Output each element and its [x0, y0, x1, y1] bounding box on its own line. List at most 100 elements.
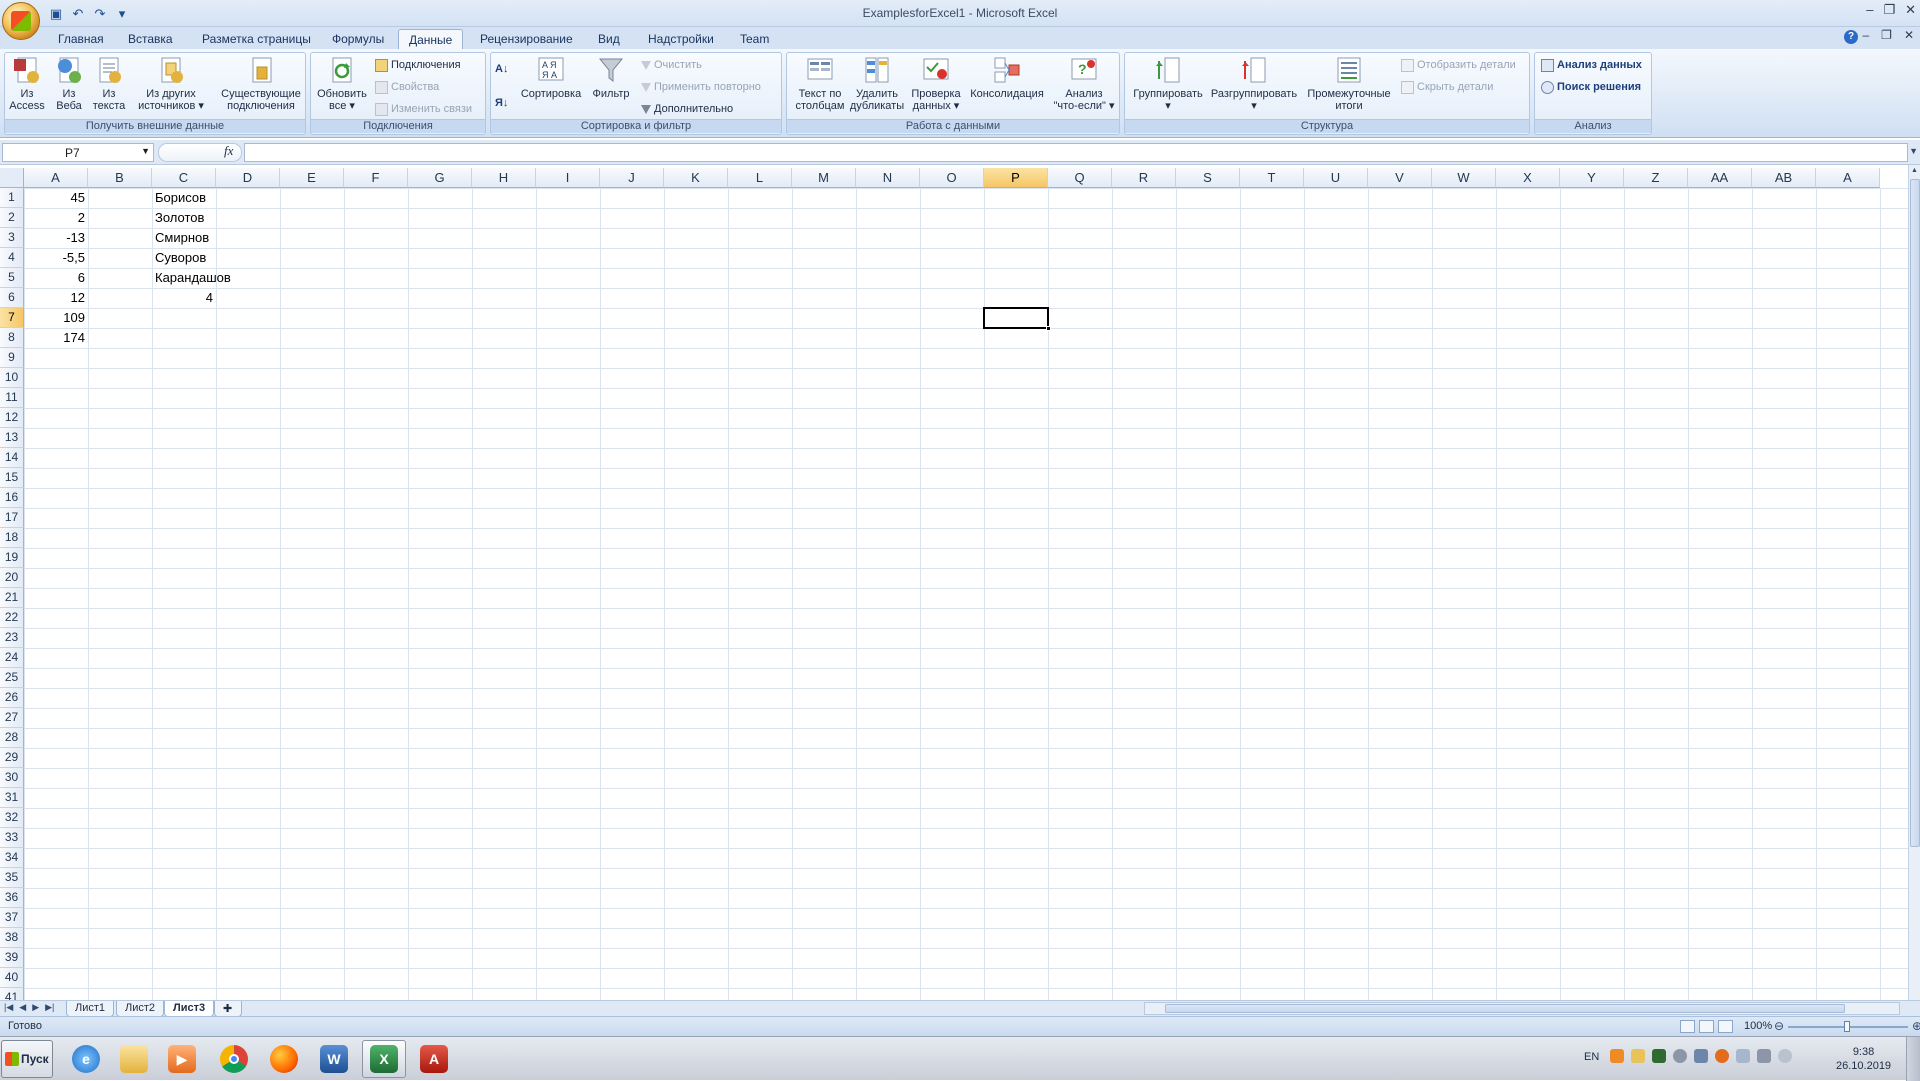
network-icon[interactable] [1757, 1049, 1771, 1063]
normal-view-icon[interactable] [1680, 1020, 1695, 1033]
column-header-n[interactable]: N [856, 168, 920, 188]
row-header-15[interactable]: 15 [0, 468, 24, 488]
select-all-button[interactable] [0, 168, 24, 188]
row-header-11[interactable]: 11 [0, 388, 24, 408]
clear-filter-button[interactable]: Очистить [641, 57, 702, 73]
column-header-a[interactable]: A [1816, 168, 1880, 188]
tab-home[interactable]: Главная [48, 29, 114, 49]
zoom-level[interactable]: 100% [1744, 1020, 1772, 1032]
next-sheet-icon[interactable]: ▶ [32, 1002, 39, 1013]
row-header-18[interactable]: 18 [0, 528, 24, 548]
row-header-22[interactable]: 22 [0, 608, 24, 628]
consolidate-button[interactable]: Консолидация [967, 55, 1047, 100]
row-header-14[interactable]: 14 [0, 448, 24, 468]
horizontal-scrollbar[interactable] [1144, 1002, 1900, 1015]
taskbar-acrobat[interactable]: A [412, 1040, 456, 1078]
row-header-27[interactable]: 27 [0, 708, 24, 728]
wb-restore-icon[interactable]: ❐ [1881, 28, 1892, 42]
row-header-21[interactable]: 21 [0, 588, 24, 608]
tab-data[interactable]: Данные [398, 29, 464, 49]
row-header-31[interactable]: 31 [0, 788, 24, 808]
column-header-a[interactable]: A [24, 168, 88, 188]
page-break-view-icon[interactable] [1718, 1020, 1733, 1033]
zoom-in-icon[interactable]: ⊕ [1912, 1019, 1920, 1033]
taskbar-excel[interactable]: X [362, 1040, 406, 1078]
fill-handle[interactable] [1046, 326, 1051, 331]
row-header-5[interactable]: 5 [0, 268, 24, 288]
cell-area[interactable]: 45 2 -13 -5,5 6 12 109 174 Борисов Золотов Смирнов… [24, 188, 1908, 1000]
clock[interactable]: 9:38 26.10.2019 [1836, 1045, 1891, 1073]
cell-a7[interactable]: 109 [24, 308, 88, 328]
sheet-tab-1[interactable]: Лист1 [66, 1001, 115, 1017]
sheet-tab-3[interactable]: Лист3 [164, 1001, 215, 1017]
cell-c2[interactable]: Золотов [152, 208, 216, 228]
language-indicator[interactable]: EN [1584, 1051, 1599, 1063]
tab-team[interactable]: Team [730, 29, 779, 49]
tab-formulas[interactable]: Формулы [322, 29, 394, 49]
start-button[interactable]: Пуск [1, 1040, 53, 1078]
row-header-17[interactable]: 17 [0, 508, 24, 528]
column-header-j[interactable]: J [600, 168, 664, 188]
row-header-1[interactable]: 1 [0, 188, 24, 208]
name-box-dropdown-icon[interactable]: ▼ [141, 146, 150, 156]
row-header-36[interactable]: 36 [0, 888, 24, 908]
row-header-35[interactable]: 35 [0, 868, 24, 888]
sound-icon[interactable] [1778, 1049, 1792, 1063]
row-header-12[interactable]: 12 [0, 408, 24, 428]
column-header-aa[interactable]: AA [1688, 168, 1752, 188]
tray-gpu-icon[interactable] [1652, 1049, 1666, 1063]
ungroup-button[interactable]: Разгруппировать ▾ [1207, 55, 1301, 112]
cell-a3[interactable]: -13 [24, 228, 88, 248]
taskbar-ie[interactable]: e [64, 1040, 108, 1078]
row-header-7[interactable]: 7 [0, 308, 24, 328]
refresh-all-button[interactable]: Обновить все ▾ [313, 55, 371, 112]
sort-za-button[interactable]: Я↓ [495, 95, 508, 111]
column-header-g[interactable]: G [408, 168, 472, 188]
tab-addins[interactable]: Надстройки [638, 29, 724, 49]
column-header-i[interactable]: I [536, 168, 600, 188]
tray-folder-icon[interactable] [1631, 1049, 1645, 1063]
sort-az-button[interactable]: A↓ [495, 61, 508, 77]
column-header-l[interactable]: L [728, 168, 792, 188]
zoom-slider[interactable]: ⊖ ⊕ [1774, 1019, 1920, 1033]
row-header-3[interactable]: 3 [0, 228, 24, 248]
row-header-16[interactable]: 16 [0, 488, 24, 508]
vertical-scroll-thumb[interactable] [1910, 179, 1920, 847]
column-header-d[interactable]: D [216, 168, 280, 188]
row-header-26[interactable]: 26 [0, 688, 24, 708]
row-header-30[interactable]: 30 [0, 768, 24, 788]
column-header-k[interactable]: K [664, 168, 728, 188]
row-header-4[interactable]: 4 [0, 248, 24, 268]
column-header-o[interactable]: O [920, 168, 984, 188]
remove-duplicates-button[interactable]: Удалить дубликаты [849, 55, 905, 112]
tab-review[interactable]: Рецензирование [470, 29, 583, 49]
column-header-e[interactable]: E [280, 168, 344, 188]
column-header-s[interactable]: S [1176, 168, 1240, 188]
expand-formula-bar-icon[interactable]: ▼ [1909, 146, 1918, 156]
row-header-39[interactable]: 39 [0, 948, 24, 968]
existing-connections-button[interactable]: Существующие подключения [219, 55, 303, 112]
solver-button[interactable]: Поиск решения [1541, 79, 1641, 95]
wb-minimize-icon[interactable]: – [1862, 28, 1869, 42]
column-header-c[interactable]: C [152, 168, 216, 188]
row-header-25[interactable]: 25 [0, 668, 24, 688]
row-header-32[interactable]: 32 [0, 808, 24, 828]
close-icon[interactable]: ✕ [1905, 2, 1916, 18]
row-header-40[interactable]: 40 [0, 968, 24, 988]
scroll-up-icon[interactable]: ▲ [1911, 167, 1918, 174]
edit-links-button[interactable]: Изменить связи [375, 101, 472, 117]
column-header-u[interactable]: U [1304, 168, 1368, 188]
column-header-w[interactable]: W [1432, 168, 1496, 188]
column-header-p[interactable]: P [984, 168, 1048, 188]
prev-sheet-icon[interactable]: ◀ [19, 1002, 26, 1013]
action-center-icon[interactable] [1736, 1049, 1750, 1063]
hide-detail-button[interactable]: Скрыть детали [1401, 79, 1493, 95]
row-header-9[interactable]: 9 [0, 348, 24, 368]
cell-c3[interactable]: Смирнов [152, 228, 216, 248]
column-header-y[interactable]: Y [1560, 168, 1624, 188]
cell-a4[interactable]: -5,5 [24, 248, 88, 268]
vertical-scrollbar[interactable]: ▲ [1908, 165, 1920, 1000]
column-header-f[interactable]: F [344, 168, 408, 188]
help-icon[interactable]: ? [1844, 30, 1858, 44]
cell-c4[interactable]: Суворов [152, 248, 216, 268]
